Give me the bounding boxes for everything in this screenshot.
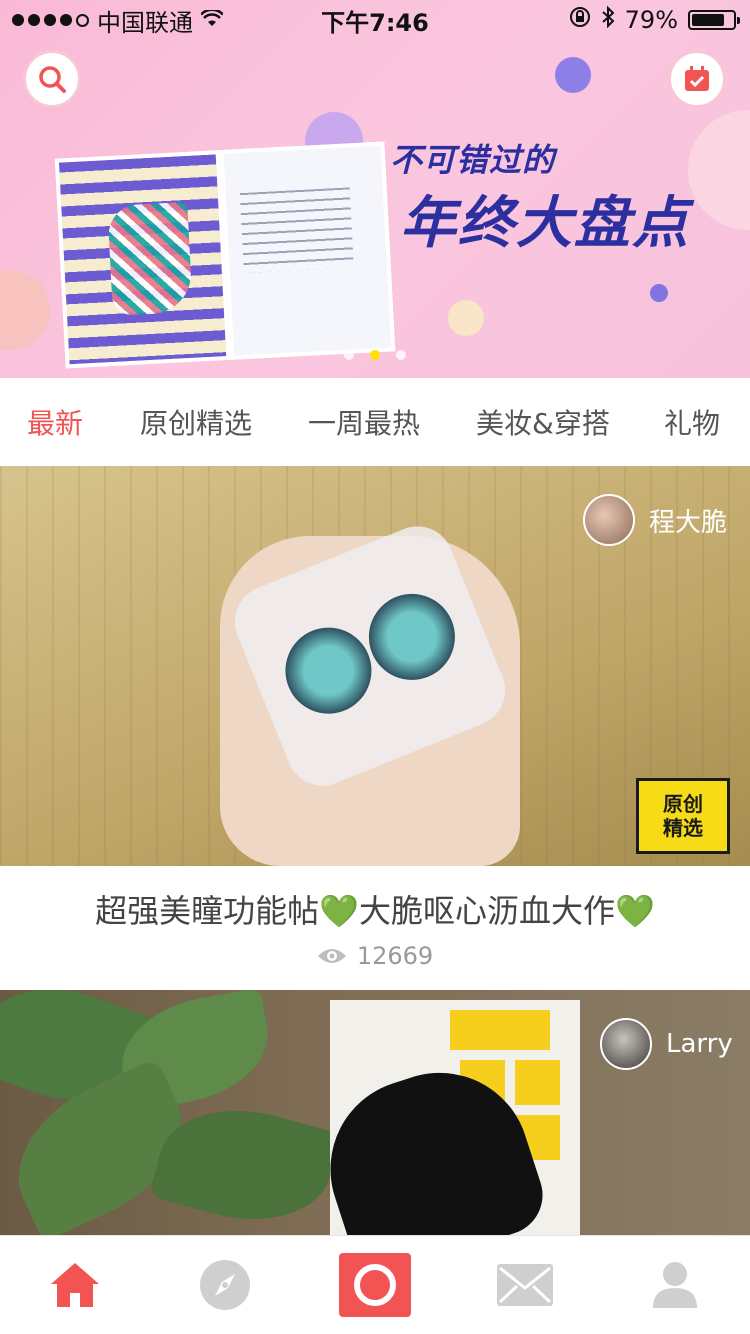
avatar[interactable] (600, 1018, 652, 1070)
photo-box-print (515, 1060, 560, 1105)
post-author[interactable]: Larry (600, 1018, 733, 1070)
post-card[interactable]: Larry (0, 990, 750, 1236)
rotation-lock-icon (569, 6, 591, 34)
post-card[interactable]: 程大脆 原创 精选 超强美瞳功能帖💚大脆呕心沥血大作💚 12669 (0, 466, 750, 990)
bluetooth-icon (601, 5, 615, 34)
wifi-icon (200, 6, 224, 34)
nav-home[interactable] (35, 1245, 115, 1325)
category-tabs: 最新 原创精选 一周最热 美妆&穿搭 礼物 (0, 378, 750, 475)
mail-icon (497, 1264, 553, 1306)
post-image[interactable]: 程大脆 原创 精选 (0, 466, 750, 866)
calendar-button[interactable] (668, 50, 726, 108)
open-book-illustration (54, 141, 396, 369)
tab-weekly-hot[interactable]: 一周最热 (308, 402, 420, 442)
tab-latest[interactable]: 最新 (24, 402, 86, 475)
photo-box-print (450, 1010, 550, 1050)
search-button[interactable] (23, 50, 81, 108)
tab-gifts[interactable]: 礼物 (664, 402, 720, 442)
tab-beauty-outfit[interactable]: 美妆&穿搭 (476, 402, 610, 442)
original-picks-badge: 原创 精选 (636, 778, 730, 854)
banner-title-line1: 不可错过的 (390, 141, 556, 179)
eye-icon (317, 949, 346, 963)
nav-discover[interactable] (185, 1245, 265, 1325)
hero-banner[interactable]: 不可错过的 年终大盘点 (0, 0, 750, 378)
nav-messages[interactable] (485, 1245, 565, 1325)
book-art (107, 201, 193, 316)
badge-line1: 原创 (663, 792, 703, 816)
view-count-value: 12669 (356, 942, 434, 970)
home-icon (51, 1263, 99, 1307)
carrier-name: 中国联通 (97, 8, 193, 37)
post-image[interactable]: Larry (0, 990, 750, 1236)
decor-circle (555, 57, 591, 93)
status-bar: 中国联通 下午7:46 79% (0, 0, 750, 40)
nav-profile[interactable] (635, 1245, 715, 1325)
search-icon (39, 66, 66, 93)
pager-dot[interactable] (396, 350, 406, 360)
camera-record-icon (339, 1253, 411, 1317)
badge-line2: 精选 (663, 816, 703, 840)
banner-title-line2: 年终大盘点 (400, 191, 690, 256)
pager-dot[interactable] (344, 350, 354, 360)
view-count: 12669 (0, 942, 750, 970)
banner-pager (0, 350, 750, 360)
decor-circle (650, 284, 668, 302)
nav-record[interactable] (335, 1245, 415, 1325)
battery-icon (688, 10, 740, 30)
post-author[interactable]: 程大脆 (583, 494, 727, 546)
book-right-page (219, 141, 396, 360)
profile-icon (653, 1262, 697, 1308)
pager-dot-active[interactable] (370, 350, 380, 360)
photo-lens (355, 580, 468, 693)
author-name: 程大脆 (649, 507, 728, 538)
bottom-nav (0, 1235, 750, 1334)
post-title[interactable]: 超强美瞳功能帖💚大脆呕心沥血大作💚 (0, 886, 750, 932)
avatar[interactable] (583, 494, 635, 546)
signal-strength-icon (12, 13, 89, 27)
calendar-icon (685, 66, 709, 91)
battery-percent: 79% (624, 6, 678, 34)
photo-lens (272, 614, 385, 727)
tab-original-picks[interactable]: 原创精选 (140, 402, 252, 442)
author-name: Larry (666, 1029, 733, 1059)
decor-circle (688, 110, 750, 230)
decor-circle (0, 270, 50, 350)
compass-icon (200, 1260, 250, 1310)
decor-circle (448, 300, 484, 336)
